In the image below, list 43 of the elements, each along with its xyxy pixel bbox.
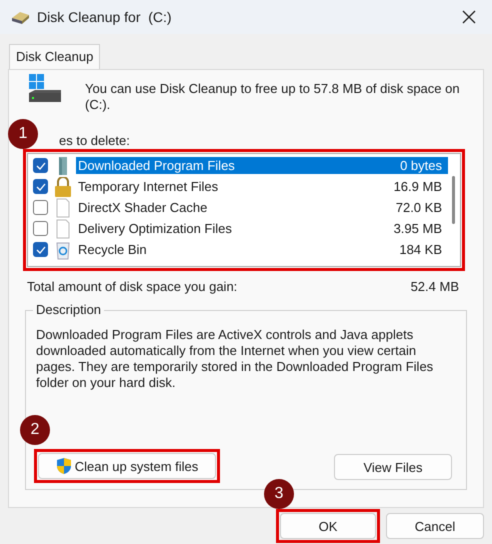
item-size: 184 KB [399,242,442,257]
total-label: Total amount of disk space you gain: [27,279,238,294]
view-files-button[interactable]: View Files [334,454,452,480]
check-icon [36,182,46,190]
item-name: Delivery Optimization Files [78,221,232,236]
description-text: Downloaded Program Files are ActiveX controls and Java applets downloaded automatically from the Internet when you view certain pages. They are temporarily stored in the Downloaded Program Files folder on your hard disk. [36,327,434,391]
drive-icon [27,72,63,104]
item-size: 72.0 KB [396,200,442,215]
checkbox[interactable] [33,242,48,257]
check-icon [36,246,46,254]
shield-icon [56,457,72,475]
close-icon [462,10,476,24]
callout-badge: 1 [8,119,38,149]
tab[interactable]: Disk Cleanup [9,44,100,69]
file-list-item[interactable]: Downloaded Program Files 0 bytes [76,157,448,174]
file-list-item[interactable]: Recycle Bin 184 KB [76,241,448,258]
checkbox[interactable] [33,179,48,194]
files-label: es to delete: [59,133,130,148]
window-title: Disk Cleanup for (C:) [37,9,173,25]
file-list-item[interactable]: Temporary Internet Files 16.9 MB [76,178,448,195]
item-size: 16.9 MB [394,179,442,194]
ok-button[interactable]: OK [280,513,376,539]
item-name: DirectX Shader Cache [78,200,208,215]
item-name: Downloaded Program Files [78,158,235,173]
file-list-item[interactable]: DirectX Shader Cache 72.0 KB [76,199,448,216]
callout-badge: 2 [20,415,50,445]
checkbox[interactable] [33,158,48,173]
intro-text: You can use Disk Cleanup to free up to 57.8 MB of disk space on (C:). [85,81,460,113]
folder-icon [59,156,67,174]
group-title: Description [33,302,104,317]
checkbox[interactable] [33,200,48,215]
cancel-button[interactable]: Cancel [386,513,484,539]
item-size: 0 bytes [400,158,442,173]
item-name: Recycle Bin [78,242,147,257]
item-size: 3.95 MB [394,221,442,236]
item-name: Temporary Internet Files [78,179,218,194]
file-list-item[interactable]: Delivery Optimization Files 3.95 MB [76,220,448,237]
disk-cleanup-icon [10,9,30,25]
checkbox[interactable] [33,221,48,236]
total-value: 52.4 MB [410,279,459,294]
check-icon [36,162,46,170]
padlock-icon [53,176,73,196]
clean-up-button[interactable]: Clean up system files [38,453,216,479]
